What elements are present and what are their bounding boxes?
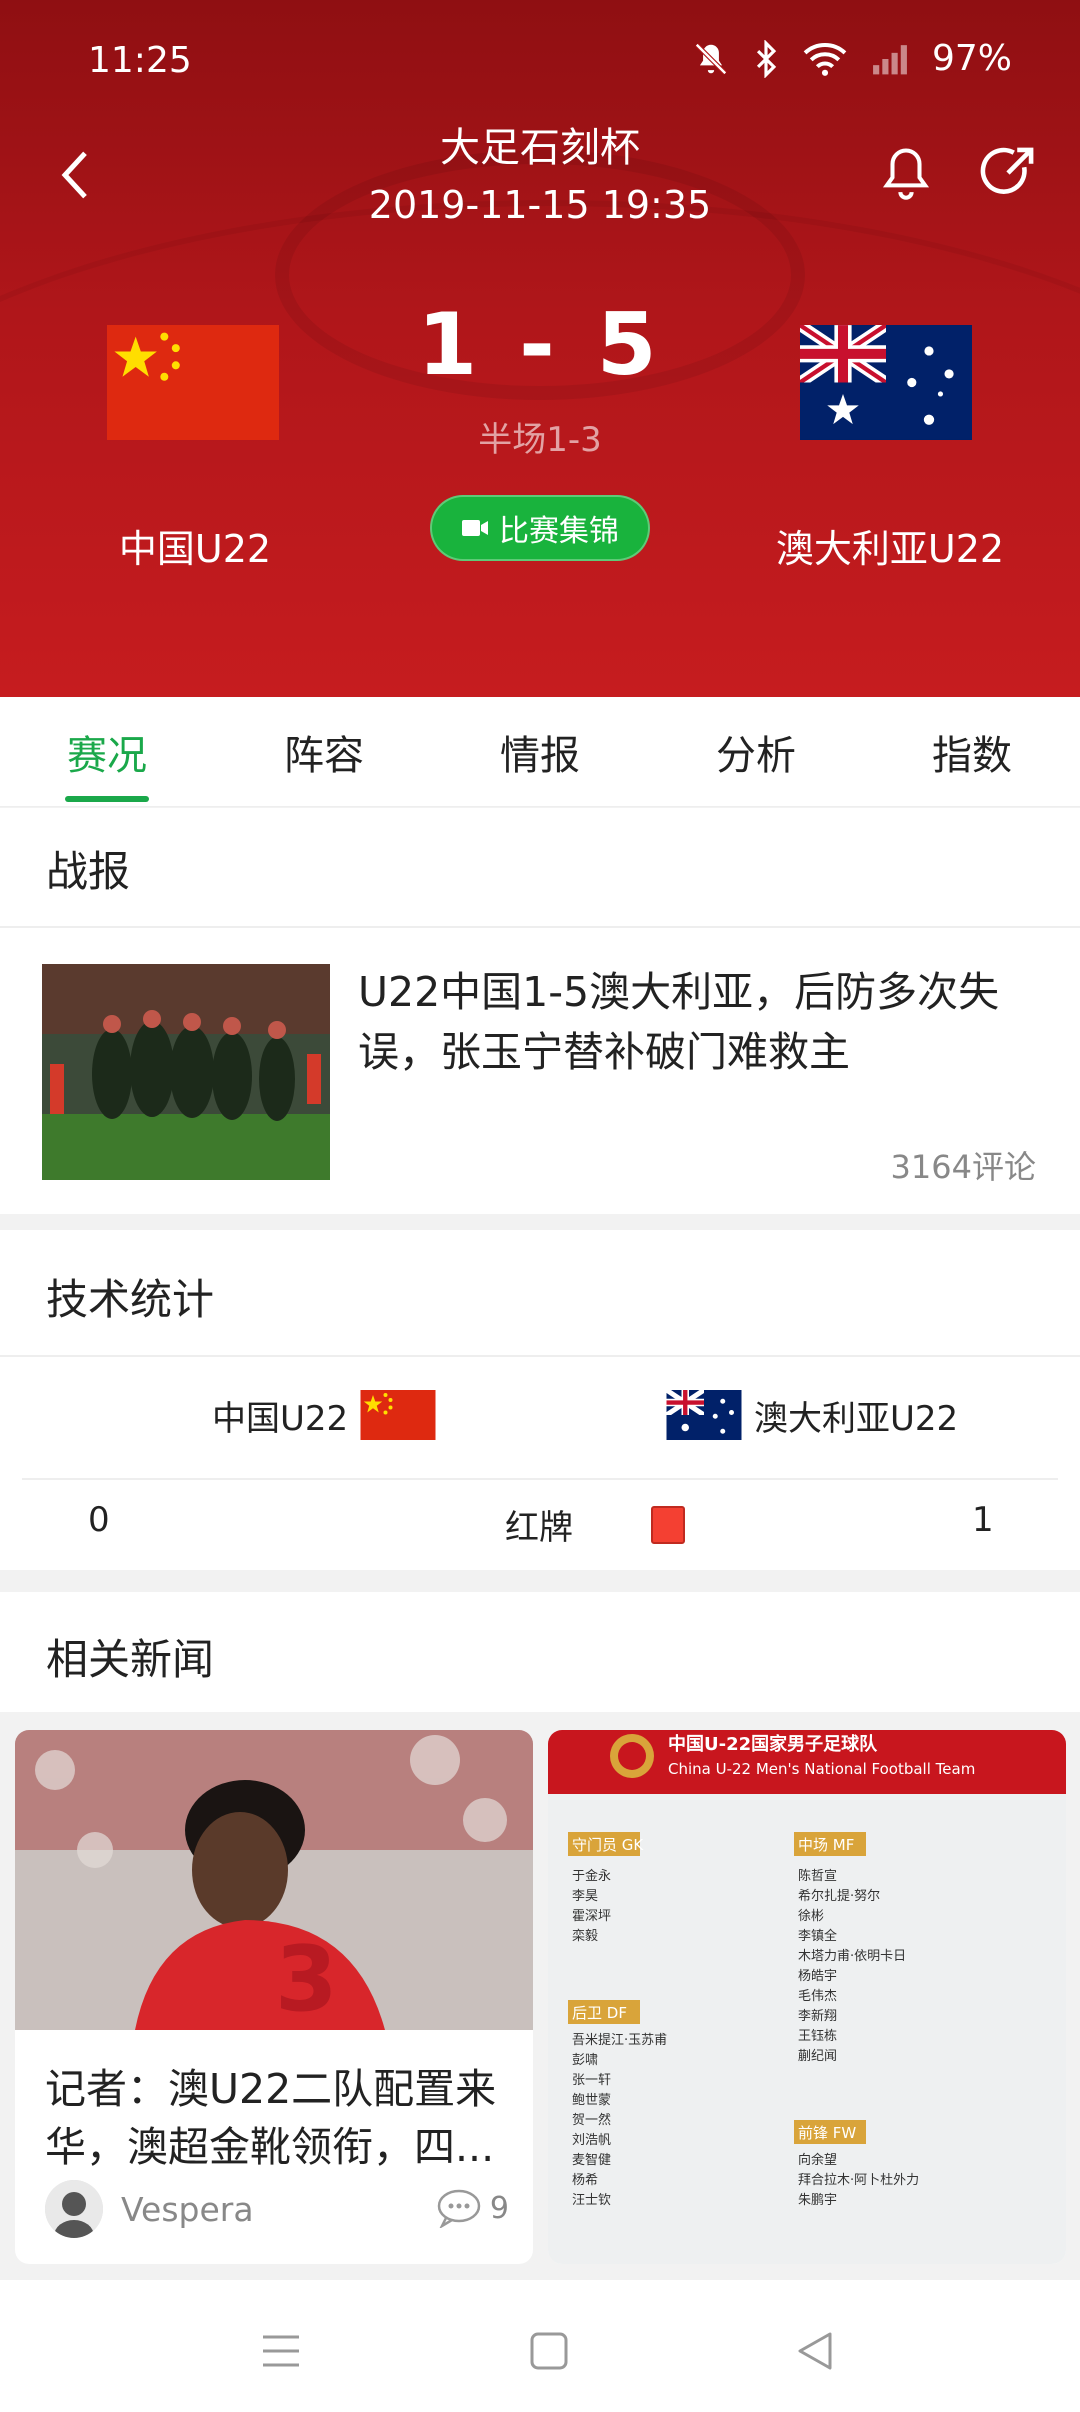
player-name: 王钰栋 bbox=[798, 2028, 837, 2044]
squad-poster-card[interactable]: 中国U-22国家男子足球队 China U-22 Men's National … bbox=[548, 1730, 1066, 2264]
comment-icon bbox=[437, 2189, 481, 2228]
china-flag bbox=[360, 1390, 436, 1440]
bell-icon bbox=[882, 148, 930, 200]
tab-odds[interactable]: 指数 bbox=[892, 697, 1052, 807]
player-name: 李新翔 bbox=[798, 2008, 837, 2024]
news-card[interactable]: 3 记者：澳U22二队配置来华，澳超金靴领衔，四... Vespera 9 bbox=[15, 1730, 533, 2264]
menu-button[interactable] bbox=[246, 2316, 316, 2386]
player-name: 杨希 bbox=[572, 2173, 598, 2188]
highlights-button[interactable]: 比赛集锦 bbox=[430, 495, 650, 561]
active-tab-indicator bbox=[65, 796, 149, 802]
player-name: 朱鹏宇 bbox=[798, 2193, 837, 2208]
news-card-author: Vespera bbox=[45, 2180, 254, 2238]
bluetooth-icon bbox=[756, 39, 777, 78]
player-name: 栾毅 bbox=[572, 1928, 598, 1944]
share-icon bbox=[980, 147, 1034, 194]
status-icons: 97% bbox=[692, 38, 1012, 79]
system-back-button[interactable] bbox=[780, 2316, 850, 2386]
australia-flag bbox=[665, 1387, 742, 1440]
group-gk-label: 守门员 GK bbox=[572, 1836, 644, 1854]
player-name: 贺一然 bbox=[572, 2112, 611, 2128]
news-card-title: 记者：澳U22二队配置来华，澳超金靴领衔，四... bbox=[45, 2065, 497, 2171]
related-news-title: 相关新闻 bbox=[46, 1635, 215, 1684]
red-card-away-value: 1 bbox=[972, 1500, 994, 1540]
halftime-score: 半场1-3 bbox=[478, 420, 602, 460]
home-team-name[interactable]: 中国U22 bbox=[85, 518, 305, 573]
status-bar: 11:25 97% bbox=[0, 30, 1080, 94]
report-thumbnail[interactable] bbox=[42, 964, 330, 1180]
player-name: 蒯纪闻 bbox=[798, 2049, 837, 2064]
comment-count: 9 bbox=[489, 2190, 509, 2226]
avatar bbox=[45, 2180, 103, 2238]
player-name: 木塔力甫·依明卡日 bbox=[798, 1949, 906, 1964]
news-card-comments: 9 bbox=[436, 2188, 509, 2228]
player-name: 向余望 bbox=[798, 2152, 837, 2168]
tab-bar: 赛况 阵容 情报 分析 指数 bbox=[0, 697, 1080, 807]
group-fw-label: 前锋 FW bbox=[798, 2124, 856, 2142]
system-navigation-bar bbox=[0, 2280, 1080, 2412]
player-name: 于金永 bbox=[572, 1868, 611, 1884]
player-name: 杨皓宇 bbox=[798, 1969, 837, 1984]
poster-title: 中国U-22国家男子足球队 bbox=[668, 1733, 878, 1755]
red-card-home-value: 0 bbox=[88, 1500, 110, 1540]
share-button[interactable] bbox=[968, 133, 1048, 213]
report-comment-count: 3164评论 bbox=[890, 1148, 1036, 1186]
wifi-icon bbox=[803, 42, 847, 76]
divider bbox=[0, 1355, 1080, 1357]
group-mf-label: 中场 MF bbox=[798, 1836, 854, 1854]
player-name: 毛伟杰 bbox=[798, 1989, 837, 2004]
battery-level: 97% bbox=[931, 38, 1012, 79]
svg-text:3: 3 bbox=[275, 1927, 338, 2030]
player-name: 彭啸 bbox=[572, 2053, 598, 2068]
divider bbox=[0, 926, 1080, 928]
player-name: 汪士钦 bbox=[572, 2193, 611, 2208]
red-card-label: 红牌 bbox=[505, 1508, 573, 1548]
signal-icon bbox=[873, 44, 907, 74]
mute-icon bbox=[695, 42, 727, 75]
stats-home-team: 中国U22 bbox=[212, 1390, 436, 1440]
divider bbox=[22, 1478, 1058, 1480]
news-card-image: 3 bbox=[15, 1730, 533, 2030]
tab-analysis[interactable]: 分析 bbox=[676, 697, 836, 807]
tab-live[interactable]: 赛况 bbox=[27, 697, 187, 807]
status-time: 11:25 bbox=[88, 40, 192, 81]
player-name: 鲍世蒙 bbox=[572, 2093, 611, 2108]
player-name: 张一轩 bbox=[572, 2073, 611, 2088]
notification-button[interactable] bbox=[870, 133, 942, 213]
square-icon bbox=[530, 2332, 568, 2370]
player-name: 霍深坪 bbox=[572, 1909, 611, 1924]
group-df-label: 后卫 DF bbox=[572, 2004, 627, 2022]
stats-home-name: 中国U22 bbox=[212, 1398, 349, 1439]
menu-icon bbox=[263, 2335, 299, 2367]
red-card-icon bbox=[651, 1506, 685, 1544]
player-name: 希尔扎提·努尔 bbox=[798, 1888, 880, 1904]
stats-section-title: 技术统计 bbox=[46, 1275, 215, 1324]
player-name: 吾米提江·玉苏甫 bbox=[572, 2032, 667, 2048]
player-name: 李镇全 bbox=[798, 1928, 837, 1944]
author-name: Vespera bbox=[121, 2189, 254, 2229]
highlights-label: 比赛集锦 bbox=[499, 514, 619, 549]
player-name: 刘浩帆 bbox=[572, 2133, 611, 2148]
report-headline[interactable]: U22中国1-5澳大利亚，后防多次失误，张玉宁替补破门难救主 bbox=[358, 962, 1038, 1082]
match-header: 11:25 97% 大足石刻杯 2019-11-15 19:35 1 - 5 半… bbox=[0, 0, 1080, 697]
tab-intel[interactable]: 情报 bbox=[460, 697, 620, 807]
player-name: 拜合拉木·阿卜杜外力 bbox=[798, 2173, 919, 2188]
player-name: 陈哲宣 bbox=[798, 1868, 837, 1884]
player-name: 麦智健 bbox=[572, 2153, 611, 2168]
player-name: 徐彬 bbox=[798, 1909, 824, 1924]
tab-lineup[interactable]: 阵容 bbox=[244, 697, 404, 807]
stats-away-name: 澳大利亚U22 bbox=[754, 1398, 959, 1439]
poster-subtitle: China U-22 Men's National Football Team bbox=[668, 1760, 975, 1778]
home-button[interactable] bbox=[514, 2316, 584, 2386]
match-score: 1 - 5 bbox=[417, 295, 663, 395]
player-name: 李昊 bbox=[572, 1889, 598, 1904]
triangle-back-icon bbox=[798, 2332, 832, 2370]
report-section-title: 战报 bbox=[46, 847, 131, 896]
video-camera-icon bbox=[462, 520, 488, 536]
away-team-name[interactable]: 澳大利亚U22 bbox=[760, 518, 1020, 573]
stats-away-team: 澳大利亚U22 bbox=[665, 1387, 959, 1440]
